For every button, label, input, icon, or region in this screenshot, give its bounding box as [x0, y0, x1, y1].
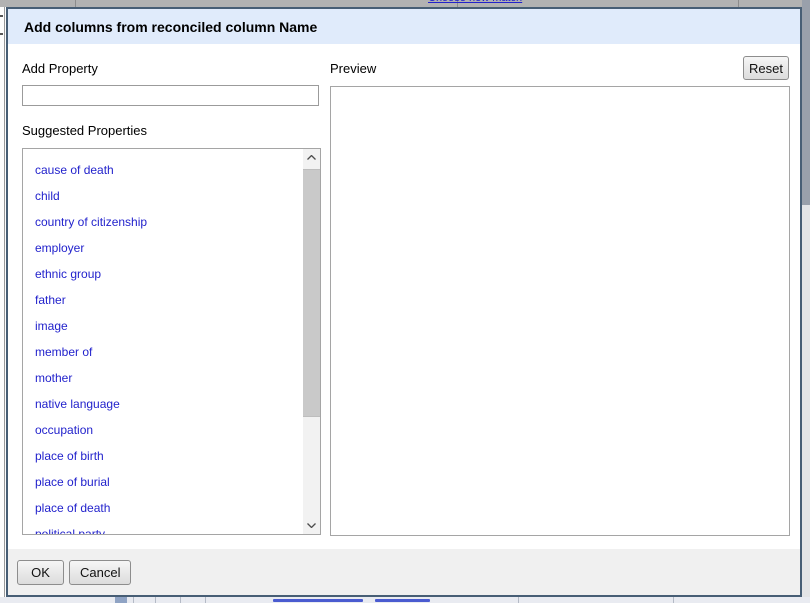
suggested-property-item[interactable]: place of burial [23, 469, 303, 495]
add-property-input[interactable] [22, 85, 319, 106]
suggested-property-item[interactable]: child [23, 183, 303, 209]
background-scrollbar-thumb[interactable] [802, 0, 810, 205]
background-text-fragment [375, 599, 430, 602]
background-page-bottom-strip [0, 597, 810, 603]
background-table-gridline [205, 597, 206, 603]
dialog-title: Add columns from reconciled column Name [24, 19, 317, 35]
suggested-property-item[interactable]: native language [23, 391, 303, 417]
suggested-property-item[interactable]: father [23, 287, 303, 313]
background-table-gridline [180, 597, 181, 603]
background-table-gridline [673, 597, 674, 603]
background-table-gridline [518, 597, 519, 603]
preview-panel [330, 86, 790, 536]
scroll-up-button[interactable] [303, 149, 320, 166]
background-page-top-strip: Choose new match [0, 0, 810, 7]
background-text-fragment [0, 33, 3, 35]
suggested-properties-label: Suggested Properties [22, 123, 147, 138]
preview-label: Preview [330, 61, 376, 76]
dialog-footer: OK Cancel [8, 549, 800, 595]
suggested-property-item[interactable]: occupation [23, 417, 303, 443]
background-table-gridline [155, 597, 156, 603]
scrollbar-thumb[interactable] [303, 169, 320, 417]
chevron-down-icon [307, 523, 316, 528]
background-table-cell [115, 597, 127, 603]
dialog-header: Add columns from reconciled column Name [8, 9, 800, 44]
dialog-body: Add Property Suggested Properties cause … [8, 44, 800, 549]
background-table-gridline [738, 0, 739, 7]
suggested-property-item[interactable]: member of [23, 339, 303, 365]
suggested-property-item[interactable]: place of birth [23, 443, 303, 469]
add-property-label: Add Property [22, 61, 98, 76]
scroll-down-button[interactable] [303, 517, 320, 534]
background-text-fragment [273, 599, 363, 602]
suggested-property-item[interactable]: cause of death [23, 157, 303, 183]
background-panel-edge [4, 7, 5, 597]
ok-button[interactable]: OK [17, 560, 64, 585]
background-table-gridline [133, 597, 134, 603]
chevron-up-icon [307, 155, 316, 160]
suggested-property-item[interactable]: country of citizenship [23, 209, 303, 235]
suggested-property-item[interactable]: employer [23, 235, 303, 261]
suggested-property-item[interactable]: ethnic group [23, 261, 303, 287]
suggested-properties-box: cause of deathchildcountry of citizenshi… [22, 148, 321, 535]
cancel-button[interactable]: Cancel [69, 560, 131, 585]
add-columns-dialog: Add columns from reconciled column Name … [6, 7, 802, 597]
suggested-property-item[interactable]: political party [23, 521, 303, 534]
suggested-property-item[interactable]: mother [23, 365, 303, 391]
suggested-properties-list: cause of deathchildcountry of citizenshi… [23, 149, 303, 534]
screen: Choose new match Add columns from reconc… [0, 0, 810, 603]
background-page-scrollbar[interactable] [802, 0, 810, 603]
choose-new-match-link[interactable]: Choose new match [428, 0, 522, 4]
background-text-fragment [0, 15, 3, 17]
background-table-gridline [75, 0, 76, 7]
suggested-property-item[interactable]: place of death [23, 495, 303, 521]
suggested-property-item[interactable]: image [23, 313, 303, 339]
list-scrollbar[interactable] [303, 149, 320, 534]
reset-button[interactable]: Reset [743, 56, 789, 80]
